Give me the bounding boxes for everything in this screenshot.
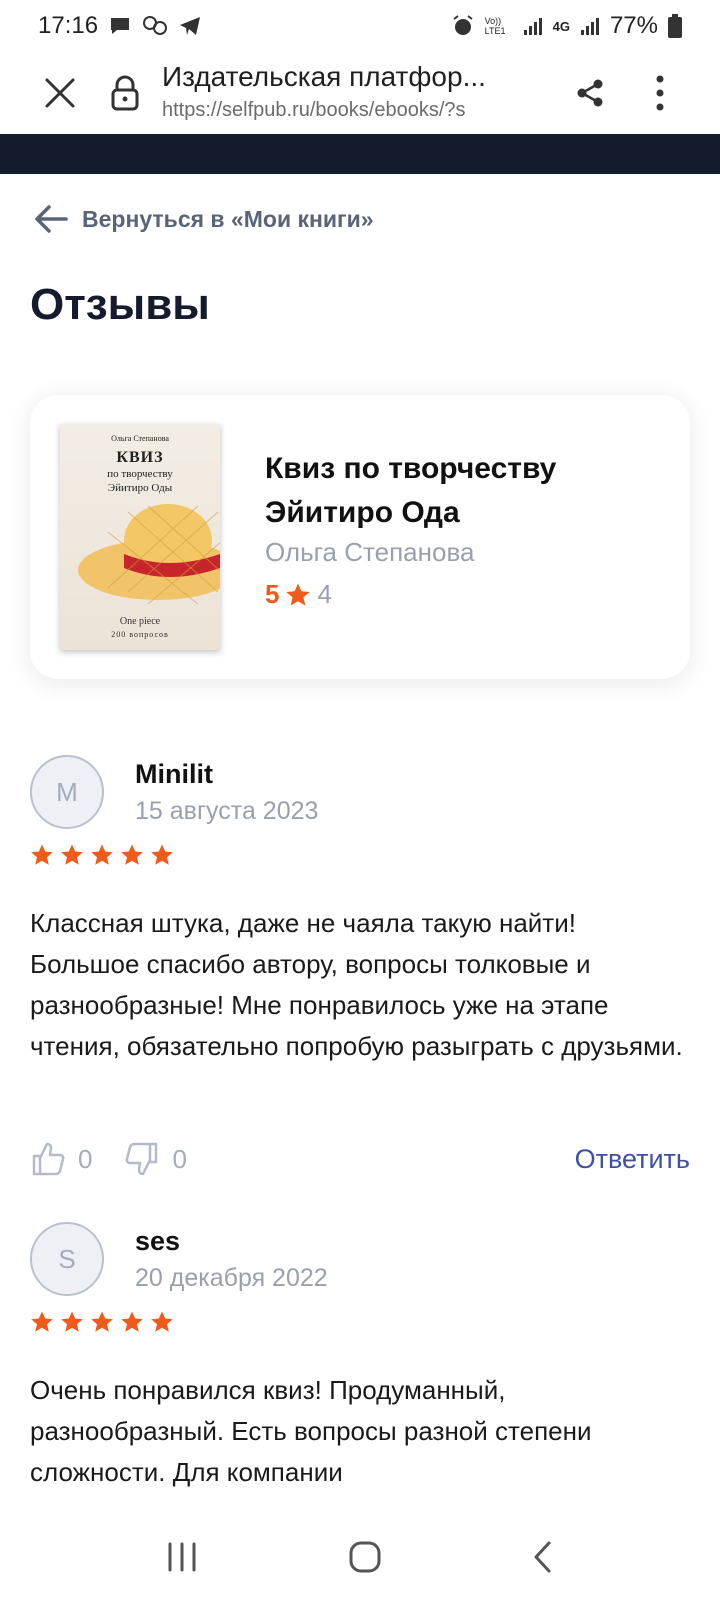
alarm-icon <box>451 14 475 38</box>
back-chevron-icon <box>534 1541 551 1572</box>
url-text: https://selfpub.ru/books/ebooks/?s <box>162 99 466 121</box>
recent-apps-button[interactable] <box>165 1542 199 1577</box>
review-date: 20 декабря 2022 <box>135 1264 328 1292</box>
like-button[interactable]: 0 <box>30 1141 92 1177</box>
battery-percent: 77% <box>609 12 658 39</box>
star-icon <box>151 1311 173 1332</box>
cover-count: 200 вопросов <box>111 630 169 639</box>
status-left: 17:16 <box>38 12 202 40</box>
app-notification-icon <box>142 14 168 38</box>
thumbs-down-icon <box>125 1142 158 1176</box>
like-count: 0 <box>78 1143 93 1174</box>
back-button[interactable] <box>531 1540 555 1579</box>
reviewer-name: Minilit <box>135 759 213 789</box>
system-navigation-bar <box>0 1518 720 1600</box>
star-icon <box>61 844 83 865</box>
review-text: Классная штука, даже не чаяла такую найт… <box>30 908 683 1061</box>
share-icon <box>577 79 603 107</box>
home-button[interactable] <box>348 1540 382 1579</box>
status-time: 17:16 <box>38 12 99 39</box>
battery-icon <box>668 14 682 38</box>
reply-button[interactable]: Ответить <box>575 1144 690 1175</box>
back-link-label: Вернуться в «Мои книги» <box>82 205 374 232</box>
book-cover: Ольга Степанова КВИЗ по творчеству Эйити… <box>60 424 220 650</box>
star-icon <box>151 844 173 865</box>
star-icon <box>121 844 143 865</box>
page-title-in-bar: Издательская платфор... <box>162 61 486 92</box>
book-rating: 5 4 <box>265 579 332 610</box>
more-vertical-icon <box>656 75 664 111</box>
rating-value: 5 <box>265 579 280 609</box>
book-card[interactable]: Ольга Степанова КВИЗ по творчеству Эйити… <box>30 395 690 679</box>
arrow-left-icon <box>35 205 68 233</box>
cover-subtitle-1: по творчеству <box>107 468 173 480</box>
status-right: Vo)) LTE1 4G 77% <box>451 12 682 40</box>
cover-series: One piece <box>119 616 161 627</box>
close-icon <box>45 78 75 108</box>
volte-indicator: Vo)) LTE1 <box>484 16 506 36</box>
page-title: Отзывы <box>30 280 210 329</box>
straw-hat-illustration <box>78 504 220 605</box>
book-title: Квиз по творчеству Эйитиро Ода <box>265 452 557 529</box>
signal-2-icon <box>580 16 600 36</box>
review-item: S ses 20 декабря 2022 Очень понравился к… <box>30 1222 690 1502</box>
back-to-my-books-link[interactable]: Вернуться в «Мои книги» <box>34 204 374 234</box>
star-icon <box>31 844 53 865</box>
thumbs-up-icon <box>32 1142 65 1176</box>
chat-notification-icon <box>108 15 132 37</box>
close-tab-button[interactable] <box>30 63 90 123</box>
share-button[interactable] <box>560 63 620 123</box>
dislike-count: 0 <box>172 1143 187 1174</box>
home-icon <box>349 1541 381 1572</box>
dislike-button[interactable]: 0 <box>124 1141 187 1177</box>
star-icon <box>91 844 113 865</box>
avatar: S <box>30 1222 104 1296</box>
cover-author: Ольга Степанова <box>111 434 169 443</box>
rating-count: 4 <box>317 579 332 609</box>
review-stars <box>30 1310 174 1334</box>
telegram-icon <box>178 15 202 37</box>
review-item: M Minilit 15 августа 2023 Классная штука… <box>30 755 690 1195</box>
site-info-button[interactable] <box>95 63 155 123</box>
recent-apps-icon <box>168 1542 196 1571</box>
review-date: 15 августа 2023 <box>135 797 319 825</box>
star-icon <box>61 1311 83 1332</box>
book-author: Ольга Степанова <box>265 537 475 567</box>
site-header-band <box>0 134 720 174</box>
more-options-button[interactable] <box>630 63 690 123</box>
star-icon <box>91 1311 113 1332</box>
star-icon <box>286 583 311 606</box>
review-stars <box>30 843 174 867</box>
reviewer-name: ses <box>135 1226 181 1256</box>
status-bar: 17:16 Vo)) LTE1 4G 77% <box>0 0 720 52</box>
star-icon <box>121 1311 143 1332</box>
browser-toolbar: Издательская платфор... https://selfpub.… <box>0 52 720 134</box>
url-bar[interactable]: Издательская платфор... https://selfpub.… <box>162 58 542 124</box>
cover-title: КВИЗ <box>116 449 164 466</box>
network-type: 4G <box>552 18 570 34</box>
star-icon <box>31 1311 53 1332</box>
review-text: Очень понравился квиз! Продуманный, разн… <box>30 1375 592 1487</box>
avatar: M <box>30 755 104 829</box>
review-actions: 0 0 Ответить <box>30 1137 690 1181</box>
signal-icon <box>523 16 543 36</box>
lock-icon <box>111 75 139 111</box>
